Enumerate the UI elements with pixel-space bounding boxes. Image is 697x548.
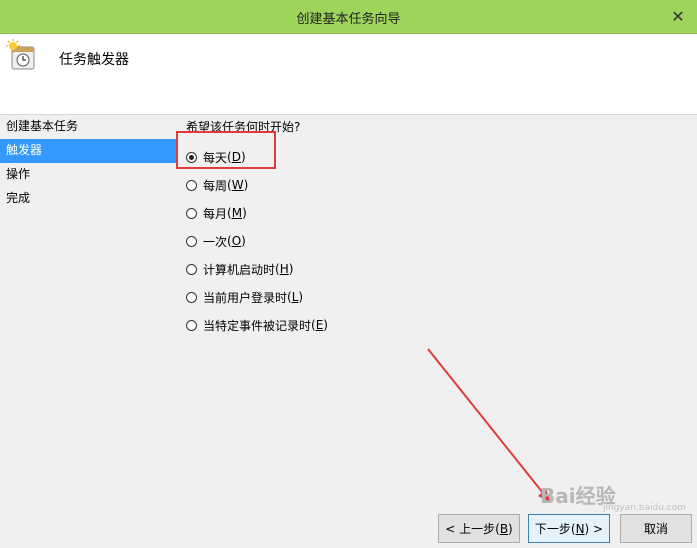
radio-button[interactable] <box>186 207 197 219</box>
cancel-button[interactable]: 取消 <box>620 514 692 543</box>
page-title: 任务触发器 <box>59 52 129 68</box>
radio-button[interactable] <box>186 263 197 275</box>
radio-computer-startup[interactable]: 计算机启动时(H) <box>186 259 293 279</box>
radio-button[interactable] <box>186 235 197 247</box>
radio-button[interactable] <box>186 179 197 191</box>
step-action[interactable]: 操作 <box>0 163 176 187</box>
next-button[interactable]: 下一步(N) > <box>528 514 610 543</box>
close-icon[interactable]: ✕ <box>659 0 697 33</box>
step-finish[interactable]: 完成 <box>0 187 176 211</box>
watermark-url: jingyan.baidu.com <box>603 503 687 513</box>
radio-weekly[interactable]: 每周(W) <box>186 175 248 195</box>
back-button[interactable]: < 上一步(B) <box>438 514 520 543</box>
window-title: 创建基本任务向导 <box>296 12 401 27</box>
wizard-steps: 创建基本任务 触发器 操作 完成 <box>0 115 176 515</box>
title-bar: 创建基本任务向导 ✕ <box>0 0 697 34</box>
highlight-box <box>176 131 276 169</box>
radio-once[interactable]: 一次(O) <box>186 231 246 251</box>
radio-button[interactable] <box>186 291 197 303</box>
step-trigger[interactable]: 触发器 <box>0 139 176 163</box>
radio-monthly[interactable]: 每月(M) <box>186 203 247 223</box>
step-create-basic-task[interactable]: 创建基本任务 <box>0 115 176 139</box>
radio-button[interactable] <box>186 319 197 331</box>
radio-user-logon[interactable]: 当前用户登录时(L) <box>186 287 303 307</box>
task-clock-icon <box>6 39 35 70</box>
radio-event-logged[interactable]: 当特定事件被记录时(E) <box>186 315 328 335</box>
wizard-header: 任务触发器 <box>0 34 697 115</box>
